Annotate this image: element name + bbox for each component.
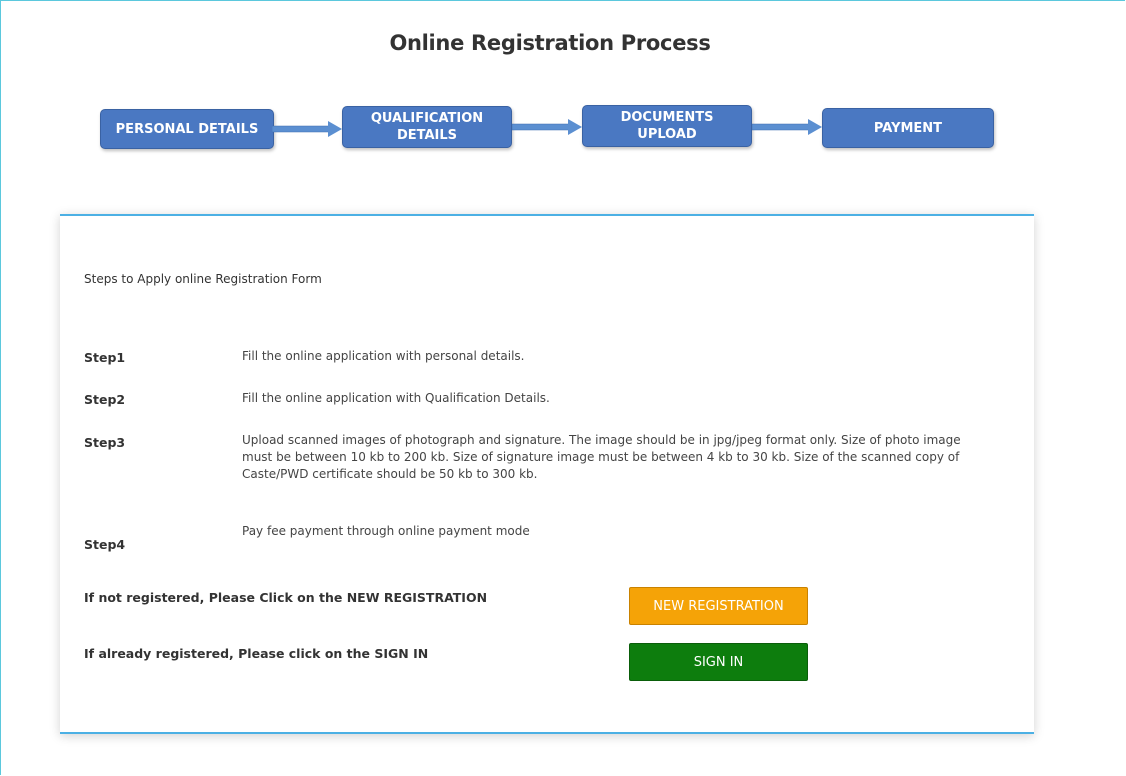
instructions-card: Steps to Apply online Registration Form …: [60, 214, 1034, 734]
process-step-label: QUALIFICATION DETAILS: [370, 111, 484, 143]
new-registration-button[interactable]: NEW REGISTRATION: [629, 587, 808, 625]
new-registration-prompt: If not registered, Please Click on the N…: [84, 590, 488, 605]
process-step-label: PAYMENT: [873, 120, 943, 136]
process-step-qualification-details: QUALIFICATION DETAILS: [342, 106, 512, 148]
process-step-personal-details: PERSONAL DETAILS: [100, 109, 274, 149]
page-title: Online Registration Process: [389, 31, 711, 55]
arrow-right-icon: [752, 119, 822, 135]
arrow-right-icon: [512, 119, 582, 135]
process-step-documents-upload: DOCUMENTS UPLOAD: [582, 105, 752, 147]
process-step-label: PERSONAL DETAILS: [115, 121, 259, 137]
step-description: Upload scanned images of photograph and …: [242, 433, 961, 481]
sign-in-button[interactable]: SIGN IN: [629, 643, 808, 681]
step-description: Fill the online application with Qualifi…: [242, 391, 550, 405]
step-label: Step4: [84, 537, 126, 552]
step-description: Fill the online application with persona…: [242, 349, 525, 363]
step-description: Pay fee payment through online payment m…: [242, 524, 530, 538]
step-label: Step1: [84, 350, 126, 365]
step-label: Step3: [84, 435, 126, 450]
sign-in-prompt: If already registered, Please click on t…: [84, 646, 429, 661]
process-step-payment: PAYMENT: [822, 108, 994, 148]
instructions-heading: Steps to Apply online Registration Form: [84, 272, 322, 286]
step-label: Step2: [84, 392, 126, 407]
arrow-right-icon: [272, 121, 342, 137]
process-step-label: DOCUMENTS UPLOAD: [620, 110, 714, 142]
